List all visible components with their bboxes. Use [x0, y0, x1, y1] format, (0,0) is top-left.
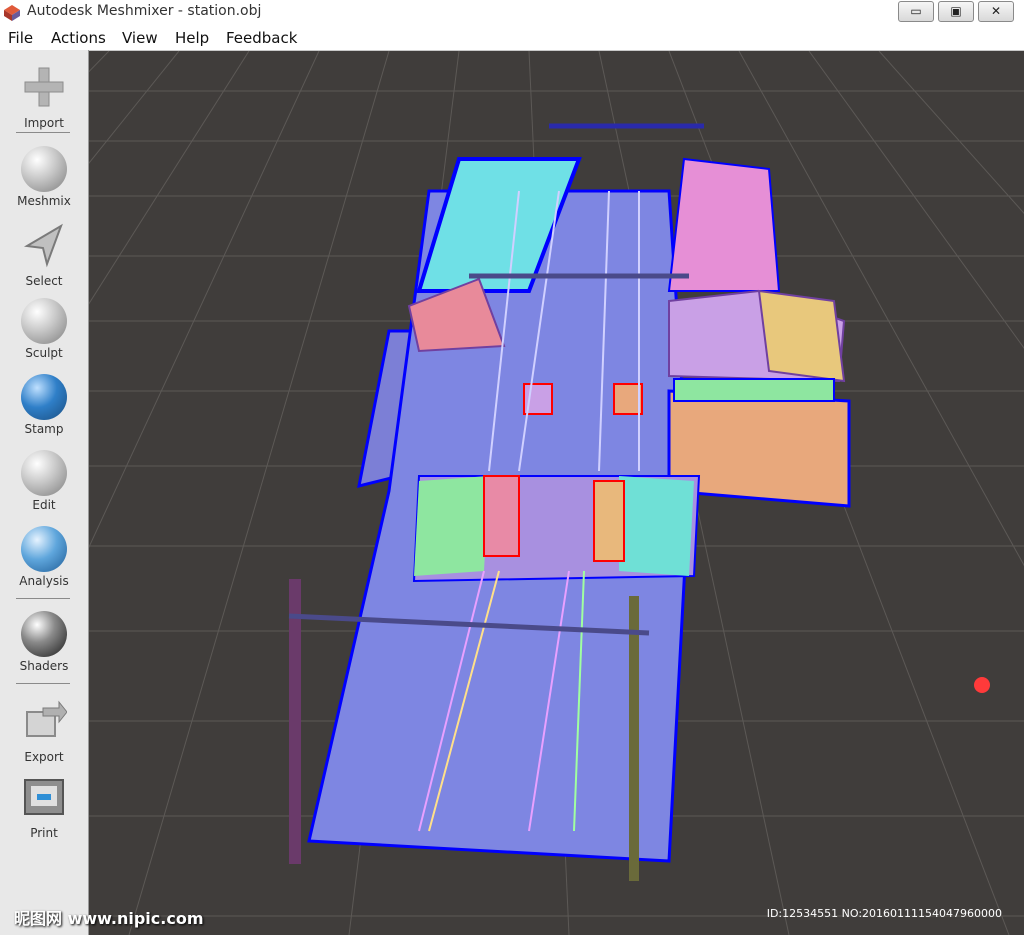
- select-button[interactable]: Select: [0, 222, 88, 288]
- 3d-viewport[interactable]: [89, 51, 1024, 935]
- scene-canvas[interactable]: [89, 51, 1024, 935]
- pivot-sphere: [974, 677, 990, 693]
- analysis-button[interactable]: Analysis: [0, 526, 88, 588]
- footbridge-left-ramp: [414, 476, 489, 576]
- menu-bar: File Actions View Help Feedback: [0, 26, 1024, 51]
- canopy-right: [667, 157, 781, 292]
- toolbar-divider: [16, 683, 70, 684]
- station-building-awning: [673, 378, 835, 402]
- meshmix-button[interactable]: Meshmix: [0, 146, 88, 208]
- stamp-button[interactable]: Stamp: [0, 374, 88, 436]
- sculpt-button[interactable]: Sculpt: [0, 298, 88, 360]
- print-button[interactable]: Print: [0, 774, 88, 840]
- brush-icon: [21, 298, 67, 344]
- meshmixer-logo-icon: [4, 5, 20, 21]
- analysis-mesh-icon: [21, 526, 67, 572]
- station-building-roof-side: [757, 289, 846, 383]
- select-label: Select: [25, 274, 63, 288]
- shader-sphere-icon: [21, 611, 67, 657]
- sculpt-label: Sculpt: [25, 346, 63, 360]
- shaders-label: Shaders: [19, 659, 69, 673]
- crossing-pad-2: [593, 480, 625, 562]
- import-label: Import: [24, 116, 64, 130]
- plus-icon: [24, 67, 64, 107]
- printer-icon: [24, 779, 64, 815]
- menu-feedback[interactable]: Feedback: [226, 29, 297, 47]
- footbridge-right-ramp: [619, 476, 694, 576]
- catenary-pole-left: [289, 579, 301, 864]
- export-button[interactable]: Export: [0, 698, 88, 764]
- edit-label: Edit: [32, 498, 56, 512]
- export-label: Export: [24, 750, 64, 764]
- edit-mesh-icon: [21, 450, 67, 496]
- menu-view[interactable]: View: [122, 29, 158, 47]
- maximize-button[interactable]: ▣: [938, 1, 974, 22]
- window-title: Autodesk Meshmixer - station.obj: [27, 3, 262, 19]
- edit-button[interactable]: Edit: [0, 450, 88, 512]
- catenary-pole-right: [629, 596, 639, 881]
- watermark-text: 昵图网 www.nipic.com: [14, 909, 204, 928]
- tool-sidebar: Import Meshmix Select Sculpt Stamp Edit …: [0, 50, 89, 935]
- menu-help[interactable]: Help: [175, 29, 209, 47]
- title-bar: Autodesk Meshmixer - station.obj ▭ ▣ ✕: [0, 0, 1024, 26]
- meshmix-face-icon: [21, 146, 67, 192]
- menu-file[interactable]: File: [8, 29, 33, 47]
- close-button[interactable]: ✕: [978, 1, 1014, 22]
- toolbar-divider: [16, 132, 70, 133]
- import-button[interactable]: Import: [0, 64, 88, 130]
- meshmix-label: Meshmix: [17, 194, 71, 208]
- crossing-pad-4: [613, 383, 643, 415]
- cursor-arrow-icon: [23, 223, 63, 268]
- crossing-pad-1: [483, 475, 520, 557]
- menu-actions[interactable]: Actions: [51, 29, 106, 47]
- toolbar-divider: [16, 598, 70, 599]
- print-label: Print: [30, 826, 58, 840]
- stamp-label: Stamp: [24, 422, 64, 436]
- shaders-button[interactable]: Shaders: [0, 611, 88, 673]
- minimize-button[interactable]: ▭: [898, 1, 934, 22]
- analysis-label: Analysis: [19, 574, 69, 588]
- export-icon: [26, 700, 68, 737]
- image-id-stamp: ID:12534551 NO:20160111154047960000: [766, 907, 1002, 920]
- stamp-icon: [21, 374, 67, 420]
